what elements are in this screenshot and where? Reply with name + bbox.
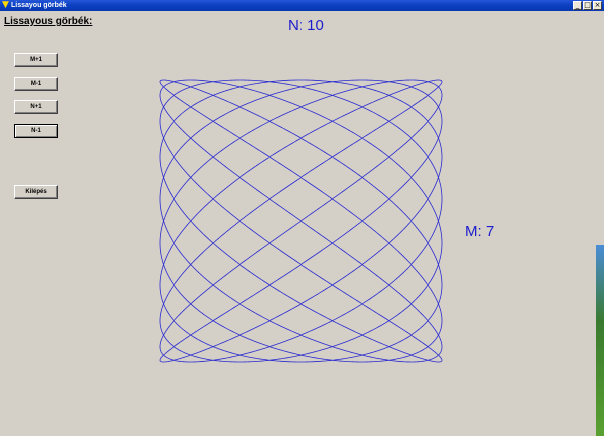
lissajous-curve [159, 79, 443, 363]
desktop-background [596, 245, 604, 436]
lissajous-curve-canvas [159, 79, 443, 363]
